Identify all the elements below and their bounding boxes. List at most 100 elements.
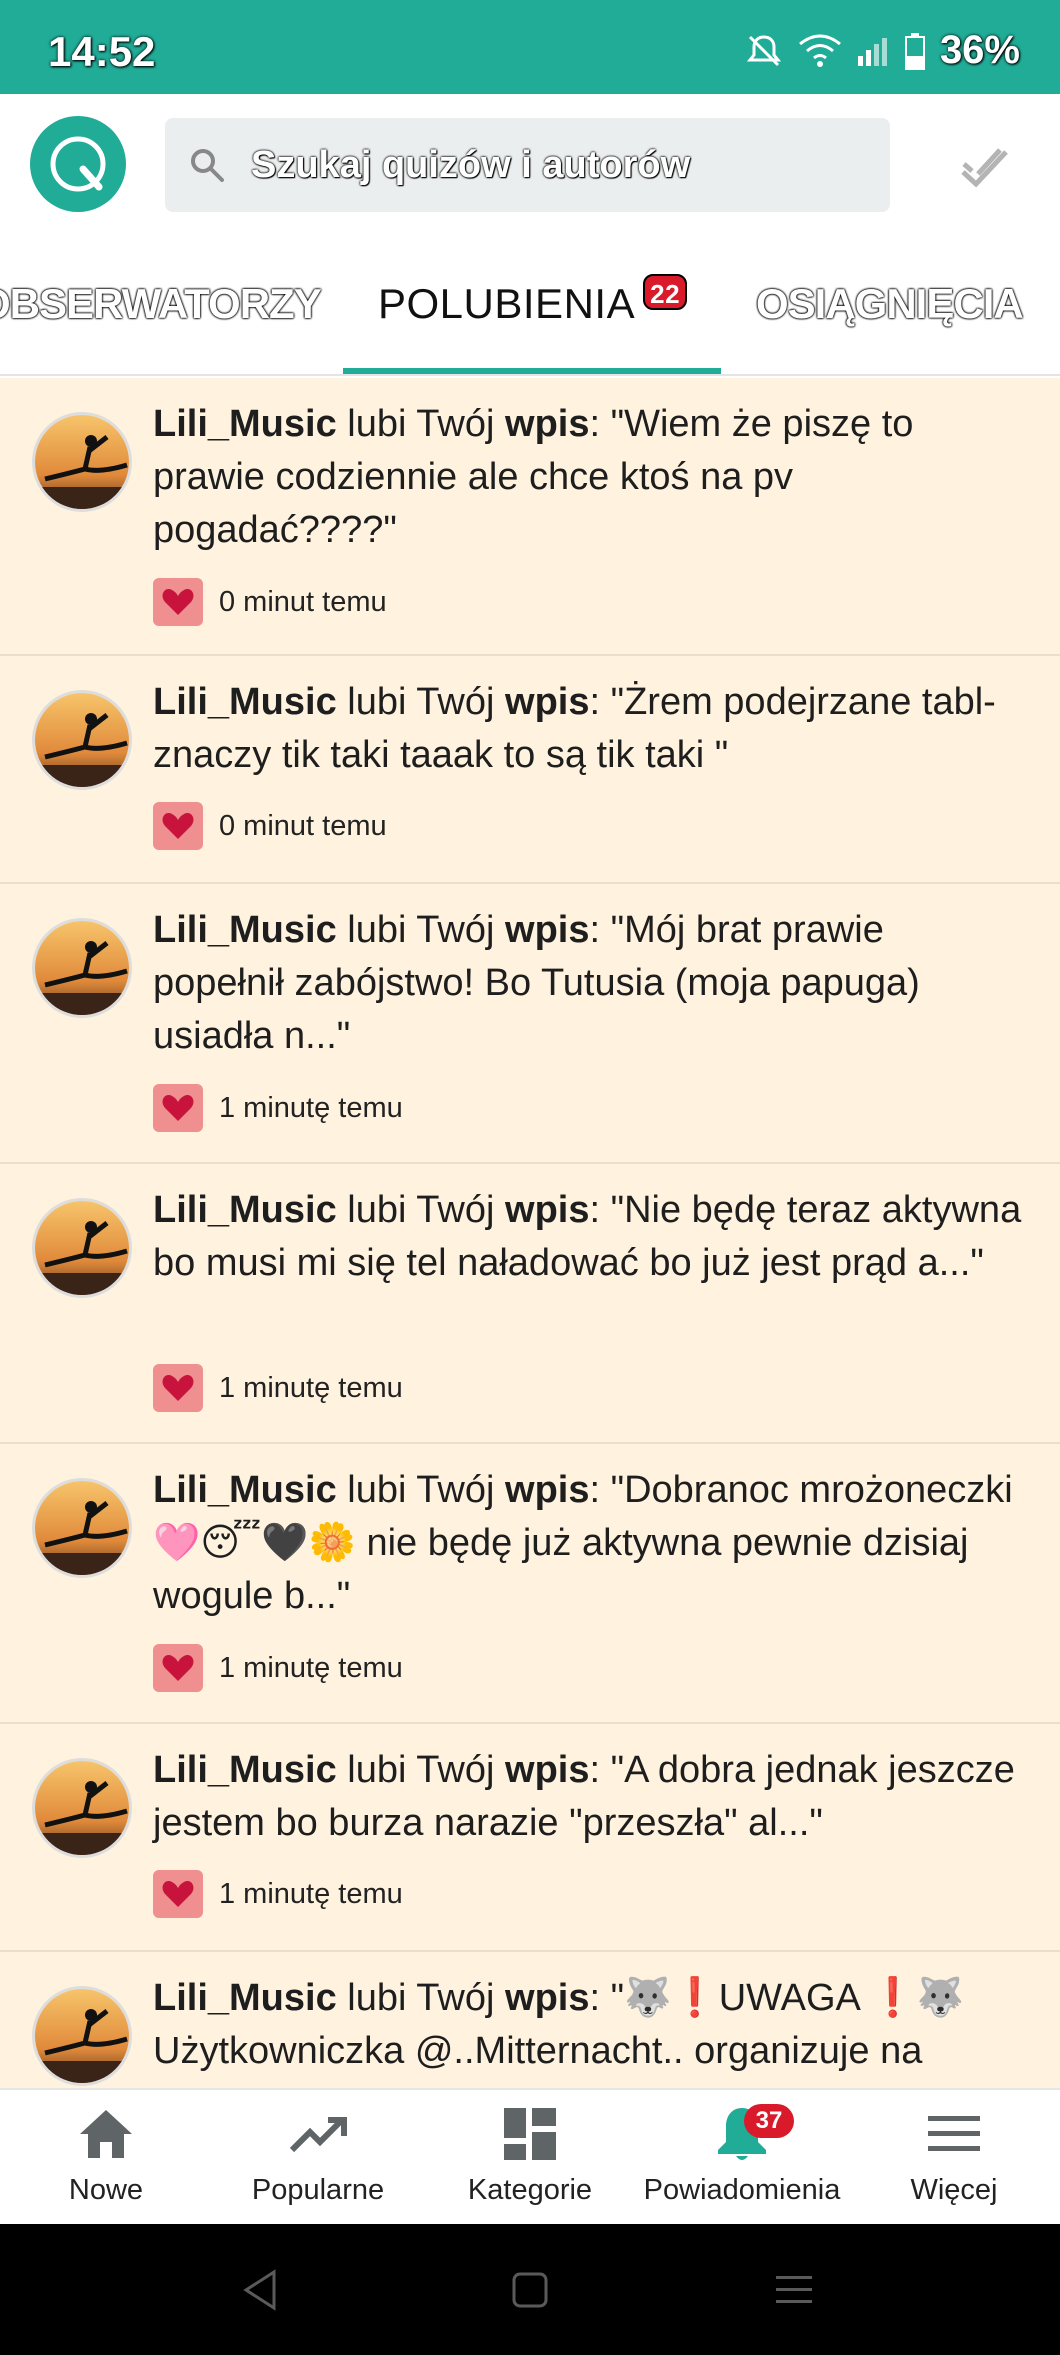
notification-text: Lili_Music lubi Twój wpis: "Żrem podejrz… [153,676,1023,782]
tab-achievements[interactable]: OSIĄGNIĘCIA [756,280,1024,328]
nav-label: Popularne [251,2174,385,2206]
tab-observers[interactable]: OBSERWATORZY [0,280,322,328]
notification-meta: 1 minutę temu [153,1644,403,1692]
tab-badge: 22 [643,274,688,310]
heart-icon [153,802,203,850]
heart-icon [153,1644,203,1692]
app-logo[interactable] [30,116,126,212]
action-text: lubi Twój [347,1749,495,1791]
nav-new[interactable]: Nowe [0,2090,212,2226]
tab-label: POLUBIENIA [378,280,636,327]
notification-meta: 1 minutę temu [153,1084,403,1132]
categories-icon [504,2108,556,2160]
nav-categories[interactable]: Kategorie [424,2090,636,2226]
object-type: wpis [505,1189,590,1231]
status-icons: 36% [744,28,1020,73]
notification-text: Lili_Music lubi Twój wpis: "Dobranoc mro… [153,1464,1023,1623]
recents-icon[interactable] [774,2272,814,2308]
list-item[interactable]: Lili_Music lubi Twój wpis: "Wiem że pisz… [0,378,1060,656]
object-type: wpis [505,403,590,445]
heart-icon [153,1084,203,1132]
object-type: wpis [505,909,590,951]
tab-likes[interactable]: POLUBIENIA 22 [378,274,688,328]
search-bar[interactable]: Szukaj quizów i autorów [165,118,890,212]
action-text: lubi Twój [347,403,495,445]
action-text: lubi Twój [347,1469,495,1511]
nav-label: Nowe [68,2174,144,2206]
nav-more[interactable]: Więcej [848,2090,1060,2226]
nav-label: Powiadomienia [643,2174,841,2206]
notification-text: Lili_Music lubi Twój wpis: "🐺❗UWAGA ❗🐺 U… [153,1972,1023,2078]
username[interactable]: Lili_Music [153,1469,337,1511]
timestamp: 0 minut temu [219,809,387,842]
timestamp: 1 minutę temu [219,1877,403,1910]
object-type: wpis [505,1749,590,1791]
notification-count-badge: 37 [744,2104,794,2138]
action-text: lubi Twój [347,909,495,951]
notification-list: Lili_Music lubi Twój wpis: "Wiem że pisz… [0,378,1060,2088]
object-type: wpis [505,1977,590,2019]
nav-notifications[interactable]: 37 Powiadomienia [636,2090,848,2226]
notification-meta: 1 minutę temu [153,1870,403,1918]
action-text: lubi Twój [347,1189,495,1231]
mark-all-read-button[interactable] [960,144,1010,195]
bottom-navigation: Nowe Popularne Kategorie 37 Powiadomieni… [0,2088,1060,2224]
mute-icon [746,34,782,66]
battery-icon [904,32,925,70]
list-item[interactable]: Lili_Music lubi Twój wpis: "Żrem podejrz… [0,656,1060,884]
avatar[interactable] [32,1198,132,1298]
status-bar: 14:52 36% [0,0,1060,94]
signal-icon [857,37,887,66]
notification-meta: 0 minut temu [153,802,387,850]
username[interactable]: Lili_Music [153,1749,337,1791]
list-item[interactable]: Lili_Music lubi Twój wpis: "Dobranoc mro… [0,1444,1060,1724]
nav-label: Więcej [910,2174,998,2206]
username[interactable]: Lili_Music [153,909,337,951]
wifi-icon [799,34,841,67]
system-navigation-bar [0,2224,1060,2355]
avatar[interactable] [32,1478,132,1578]
username[interactable]: Lili_Music [153,681,337,723]
notification-text: Lili_Music lubi Twój wpis: "Wiem że pisz… [153,398,1023,557]
app-header: Szukaj quizów i autorów [0,94,1060,234]
timestamp: 0 minut temu [219,585,387,618]
notification-text: Lili_Music lubi Twój wpis: "Nie będę ter… [153,1184,1023,1290]
avatar[interactable] [32,690,132,790]
object-type: wpis [505,1469,590,1511]
avatar[interactable] [32,412,132,512]
home-icon [80,2110,132,2158]
username[interactable]: Lili_Music [153,1189,337,1231]
status-time: 14:52 [48,28,156,75]
notification-meta: 0 minut temu [153,578,387,626]
trending-icon [289,2117,347,2153]
active-tab-indicator [343,368,721,374]
home-button-icon[interactable] [510,2270,550,2310]
tab-label: OSIĄGNIĘCIA [756,280,1024,327]
logo-q-icon [50,136,106,192]
avatar[interactable] [32,1986,132,2086]
battery-percentage: 36% [939,28,1020,72]
avatar[interactable] [32,1758,132,1858]
back-icon[interactable] [240,2268,280,2312]
list-item[interactable]: Lili_Music lubi Twój wpis: "A dobra jedn… [0,1724,1060,1952]
tab-label: OBSERWATORZY [0,280,322,327]
list-item[interactable]: Lili_Music lubi Twój wpis: "🐺❗UWAGA ❗🐺 U… [0,1952,1060,2088]
list-item[interactable]: Lili_Music lubi Twój wpis: "Mój brat pra… [0,884,1060,1164]
object-type: wpis [505,681,590,723]
nav-popular[interactable]: Popularne [212,2090,424,2226]
notification-text: Lili_Music lubi Twój wpis: "Mój brat pra… [153,904,1023,1063]
search-icon [191,149,224,182]
action-text: lubi Twój [347,1977,495,2019]
timestamp: 1 minutę temu [219,1651,403,1684]
notification-tabs: OBSERWATORZY POLUBIENIA 22 OSIĄGNIĘCIA [0,250,1060,376]
username[interactable]: Lili_Music [153,1977,337,2019]
notification-meta: 1 minutę temu [153,1364,403,1412]
heart-icon [153,578,203,626]
list-item[interactable]: Lili_Music lubi Twój wpis: "Nie będę ter… [0,1164,1060,1444]
heart-icon [153,1364,203,1412]
avatar[interactable] [32,918,132,1018]
action-text: lubi Twój [347,681,495,723]
notification-text: Lili_Music lubi Twój wpis: "A dobra jedn… [153,1744,1023,1850]
nav-label: Kategorie [467,2174,593,2206]
username[interactable]: Lili_Music [153,403,337,445]
